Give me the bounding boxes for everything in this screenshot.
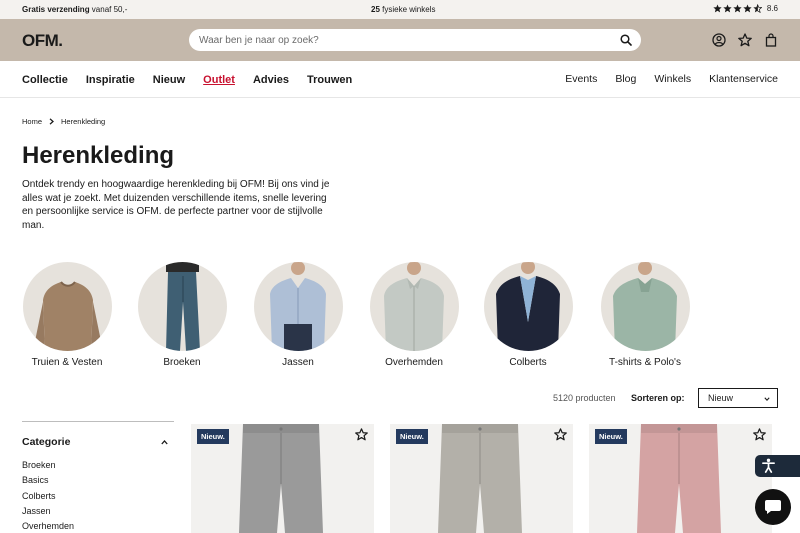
nav-item-collectie[interactable]: Collectie bbox=[22, 74, 68, 86]
accessibility-icon bbox=[762, 458, 775, 473]
nav-item-klantenservice[interactable]: Klantenservice bbox=[709, 73, 778, 85]
jeans-image bbox=[165, 262, 200, 351]
filter-option[interactable]: Jassen bbox=[22, 506, 174, 521]
page-title: Herenkleding bbox=[22, 142, 175, 169]
wishlist-star-icon[interactable] bbox=[355, 428, 368, 441]
chevron-right-icon bbox=[49, 118, 54, 125]
wishlist-star-icon[interactable] bbox=[554, 428, 567, 441]
primary-nav: Collectie Inspiratie Nieuw Outlet Advies… bbox=[22, 74, 352, 86]
logo[interactable]: OFM. bbox=[22, 31, 63, 51]
shipping-rest: vanaf 50,- bbox=[89, 5, 128, 14]
breadcrumb: Home Herenkleding bbox=[22, 117, 105, 126]
category-label: Broeken bbox=[163, 357, 201, 368]
sort-value: Nieuw bbox=[708, 393, 734, 403]
category-jassen[interactable]: Jassen bbox=[253, 262, 343, 368]
page-intro: Ontdek trendy en hoogwaardige herenkledi… bbox=[22, 179, 330, 231]
filter-option[interactable]: Broeken bbox=[22, 460, 174, 475]
category-tshirts-polos[interactable]: T-shirts & Polo's bbox=[600, 262, 690, 368]
category-colberts[interactable]: Colberts bbox=[483, 262, 573, 368]
shorts-image bbox=[239, 424, 323, 533]
product-card[interactable]: Nieuw. bbox=[589, 424, 772, 533]
category-label: T-shirts & Polo's bbox=[609, 357, 681, 368]
chat-bubble-icon bbox=[765, 500, 781, 514]
category-label: Truien & Vesten bbox=[31, 357, 103, 368]
sweater-image bbox=[32, 281, 103, 351]
wishlist-star-icon[interactable] bbox=[738, 33, 752, 47]
cart-bag-icon[interactable] bbox=[764, 33, 778, 47]
category-image bbox=[600, 262, 690, 351]
rating-score: 8.6 bbox=[766, 4, 778, 13]
category-broeken[interactable]: Broeken bbox=[137, 262, 227, 368]
nav-item-advies[interactable]: Advies bbox=[253, 74, 289, 86]
shipping-bold: Gratis verzending bbox=[22, 5, 90, 14]
product-count: 5120 producten bbox=[553, 393, 616, 403]
nav-item-nieuw[interactable]: Nieuw bbox=[153, 74, 185, 86]
breadcrumb-current[interactable]: Herenkleding bbox=[61, 117, 105, 126]
chat-button[interactable] bbox=[755, 489, 791, 525]
accessibility-button[interactable] bbox=[755, 455, 800, 477]
nav-item-trouwen[interactable]: Trouwen bbox=[307, 74, 352, 86]
stores-label: fysieke winkels bbox=[379, 5, 436, 14]
star-icon bbox=[713, 4, 722, 13]
product-card[interactable]: Nieuw. bbox=[390, 424, 573, 533]
category-truien-vesten[interactable]: Truien & Vesten bbox=[22, 262, 112, 368]
secondary-nav: Events Blog Winkels Klantenservice bbox=[565, 73, 778, 85]
blazer-image bbox=[495, 262, 560, 351]
category-image bbox=[369, 262, 459, 351]
stores-count: 25 bbox=[371, 5, 380, 14]
top-info-bar: Gratis verzending vanaf 50,- 25 fysieke … bbox=[0, 0, 800, 19]
jacket-image bbox=[269, 262, 326, 351]
filter-category-title: Categorie bbox=[22, 436, 71, 448]
nav-item-winkels[interactable]: Winkels bbox=[654, 73, 691, 85]
star-icon bbox=[733, 4, 742, 13]
category-image bbox=[22, 262, 112, 351]
breadcrumb-home[interactable]: Home bbox=[22, 117, 42, 126]
site-header: OFM. bbox=[0, 19, 800, 61]
filter-option[interactable]: Overhemden bbox=[22, 521, 174, 533]
category-label: Colberts bbox=[509, 357, 547, 368]
nav-item-events[interactable]: Events bbox=[565, 73, 597, 85]
rating-stars bbox=[713, 4, 762, 13]
chevron-down-icon bbox=[764, 397, 770, 402]
rating-widget[interactable]: 8.6 bbox=[713, 4, 778, 13]
shipping-info: Gratis verzending vanaf 50,- bbox=[22, 5, 127, 14]
main-navigation: Collectie Inspiratie Nieuw Outlet Advies… bbox=[0, 61, 800, 98]
header-icons bbox=[712, 33, 778, 47]
stores-info[interactable]: 25 fysieke winkels bbox=[371, 5, 435, 14]
search-icon[interactable] bbox=[620, 34, 632, 46]
nav-item-outlet[interactable]: Outlet bbox=[203, 74, 235, 86]
product-card[interactable]: Nieuw. bbox=[191, 424, 374, 533]
star-icon bbox=[723, 4, 732, 13]
search-bar[interactable] bbox=[189, 29, 641, 51]
new-badge: Nieuw. bbox=[396, 429, 428, 444]
shorts-image bbox=[438, 424, 522, 533]
search-input[interactable] bbox=[189, 29, 589, 51]
filter-option[interactable]: Colberts bbox=[22, 491, 174, 506]
polo-image bbox=[612, 262, 677, 351]
account-icon[interactable] bbox=[712, 33, 726, 47]
new-badge: Nieuw. bbox=[197, 429, 229, 444]
nav-item-inspiratie[interactable]: Inspiratie bbox=[86, 74, 135, 86]
filter-category-list: Broeken Basics Colberts Jassen Overhemde… bbox=[22, 460, 174, 533]
shorts-image bbox=[637, 424, 721, 533]
shirt-image bbox=[383, 262, 444, 351]
category-label: Overhemden bbox=[385, 357, 443, 368]
category-overhemden[interactable]: Overhemden bbox=[369, 262, 459, 368]
new-badge: Nieuw. bbox=[595, 429, 627, 444]
category-image bbox=[253, 262, 343, 351]
wishlist-star-icon[interactable] bbox=[753, 428, 766, 441]
category-image bbox=[137, 262, 227, 351]
filter-sidebar: Categorie Broeken Basics Colberts Jassen… bbox=[22, 421, 174, 533]
category-image bbox=[483, 262, 573, 351]
filter-option[interactable]: Basics bbox=[22, 475, 174, 490]
chevron-up-icon bbox=[161, 440, 168, 445]
category-label: Jassen bbox=[282, 357, 314, 368]
sort-label: Sorteren op: bbox=[631, 393, 685, 403]
sort-select[interactable]: Nieuw bbox=[698, 388, 778, 408]
nav-item-blog[interactable]: Blog bbox=[615, 73, 636, 85]
star-icon bbox=[743, 4, 752, 13]
half-star-icon bbox=[753, 4, 762, 13]
filter-category-header[interactable]: Categorie bbox=[22, 436, 174, 448]
